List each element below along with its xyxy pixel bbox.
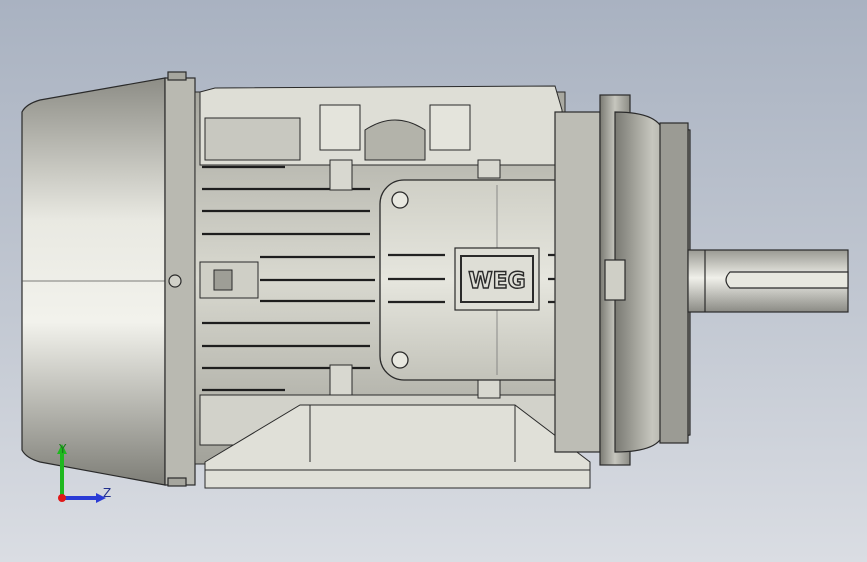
fan-cover [21,71,196,487]
motor-shaft [687,249,849,313]
drive-end-flange [554,94,691,466]
motor-model[interactable]: WEG [0,0,867,562]
3d-viewport[interactable]: WEG Y Z [0,0,867,562]
y-axis-label: Y [59,442,67,456]
z-axis-label: Z [103,486,112,500]
weg-logo: WEG [454,247,540,311]
ground-lug [199,261,259,299]
svg-text:WEG: WEG [468,269,525,294]
